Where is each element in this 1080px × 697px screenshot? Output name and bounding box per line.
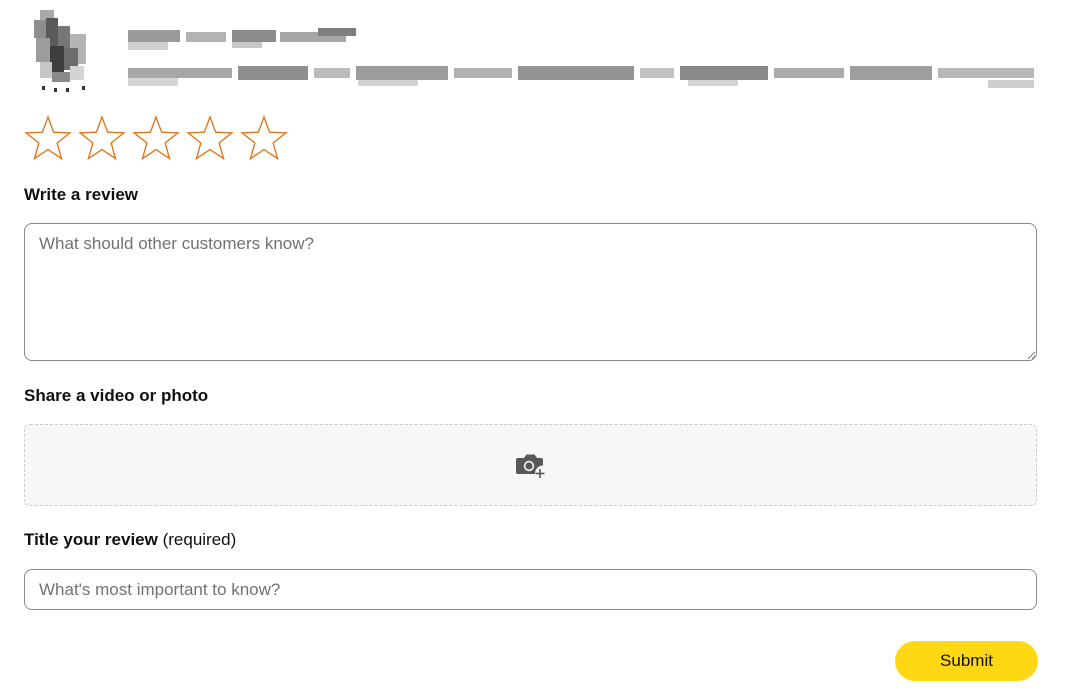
star-rating-button-5[interactable] bbox=[239, 113, 289, 163]
share-media-label: Share a video or photo bbox=[24, 386, 209, 405]
star-icon bbox=[24, 114, 72, 161]
write-review-label: Write a review bbox=[24, 185, 139, 204]
star-icon bbox=[132, 114, 180, 161]
review-title-input[interactable] bbox=[24, 569, 1037, 610]
review-textarea[interactable] bbox=[24, 223, 1037, 361]
star-rating-button-1[interactable] bbox=[23, 113, 73, 163]
submit-button[interactable]: Submit bbox=[895, 641, 1038, 681]
title-review-label: Title your review (required) bbox=[24, 530, 236, 550]
star-icon bbox=[186, 114, 234, 161]
media-upload-area[interactable] bbox=[24, 424, 1037, 506]
required-note: (required) bbox=[162, 530, 237, 549]
star-icon bbox=[240, 114, 288, 161]
star-icon bbox=[78, 114, 126, 161]
star-rating-button-3[interactable] bbox=[131, 113, 181, 163]
star-rating-button-2[interactable] bbox=[77, 113, 127, 163]
product-title-redacted bbox=[128, 28, 356, 50]
product-header bbox=[30, 8, 1050, 98]
product-description-redacted bbox=[128, 66, 1034, 88]
title-review-label-text: Title your review bbox=[24, 530, 158, 549]
star-rating bbox=[23, 113, 289, 165]
star-rating-button-4[interactable] bbox=[185, 113, 235, 163]
product-thumbnail-image bbox=[34, 10, 86, 92]
camera-plus-icon bbox=[515, 454, 544, 478]
